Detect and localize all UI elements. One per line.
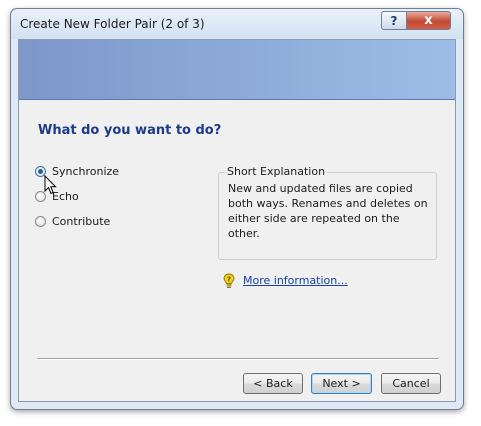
option-synchronize-label: Synchronize (52, 164, 120, 178)
mouse-cursor-icon (44, 175, 57, 195)
option-contribute[interactable]: Contribute (35, 213, 110, 229)
title-bar[interactable]: Create New Folder Pair (2 of 3) ? x (11, 9, 463, 39)
dialog-window: Create New Folder Pair (2 of 3) ? x What… (10, 8, 464, 410)
question-mark-icon: ? (390, 13, 398, 28)
option-contribute-label: Contribute (52, 214, 111, 228)
close-icon: x (424, 13, 433, 28)
header-banner (19, 40, 455, 99)
help-button[interactable]: ? (381, 11, 407, 30)
cancel-button[interactable]: Cancel (381, 373, 441, 394)
help-bulb-icon: ? (223, 273, 235, 288)
more-information-link[interactable]: More information... (243, 274, 348, 287)
explanation-text: New and updated files are copied both wa… (228, 182, 428, 240)
explanation-title: Short Explanation (225, 165, 328, 178)
banner-divider (19, 99, 455, 100)
window-title: Create New Folder Pair (2 of 3) (20, 17, 205, 31)
footer-separator (37, 358, 439, 360)
dialog-body: What do you want to do? Synchronize Echo… (18, 39, 456, 402)
close-button[interactable]: x (406, 11, 451, 30)
back-button[interactable]: < Back (243, 373, 303, 394)
page-question: What do you want to do? (38, 123, 222, 138)
next-button[interactable]: Next > (311, 373, 372, 394)
svg-text:?: ? (227, 276, 231, 284)
radio-contribute[interactable] (35, 215, 46, 227)
